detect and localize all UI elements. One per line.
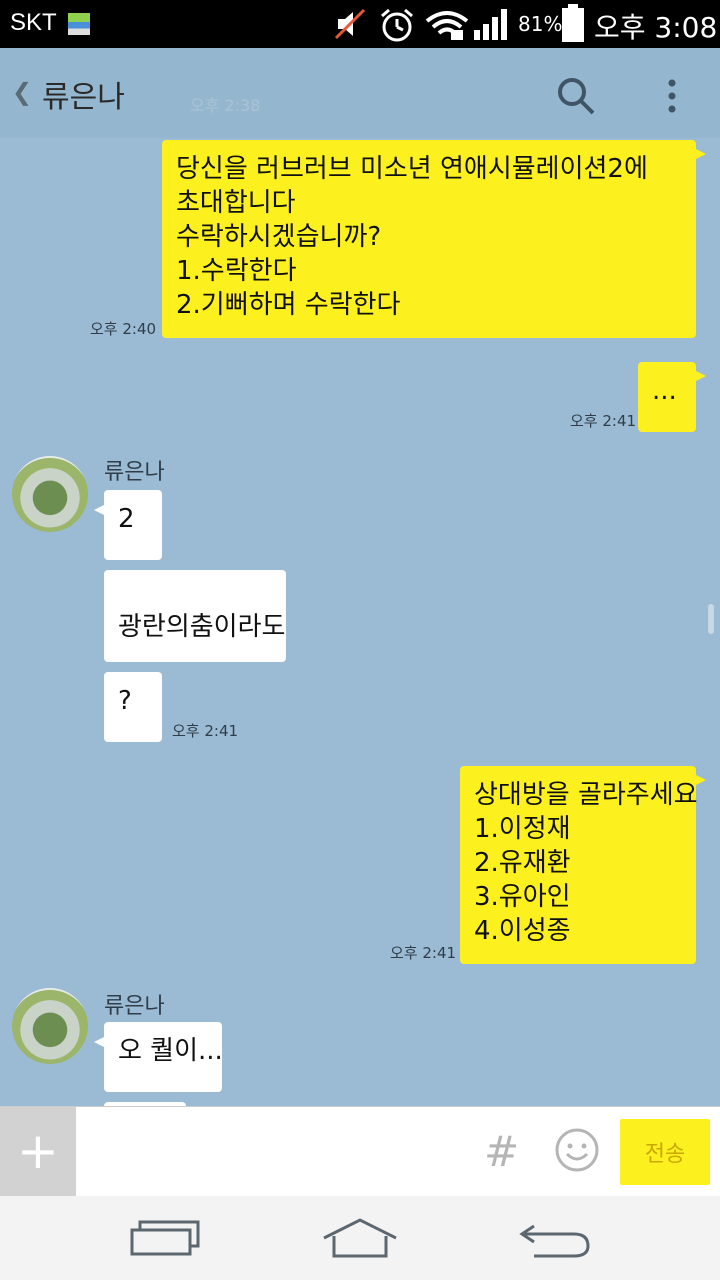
chat-area[interactable]: 오후 2:40 당신을 러브러브 미소년 연애시뮬레이션2에 초대합니다 수락하… <box>0 138 720 1106</box>
sender-name: 류은나 <box>104 994 165 1019</box>
message-bubble-outgoing[interactable]: 당신을 러브러브 미소년 연애시뮬레이션2에 초대합니다 수락하시겠습니까? 1… <box>162 140 706 338</box>
message-input[interactable] <box>80 1121 474 1183</box>
header-faint-timestamp: 오후 2:38 <box>190 96 261 115</box>
nav-bar <box>0 1196 720 1280</box>
hashtag-button[interactable]: # <box>484 1127 519 1176</box>
send-button[interactable]: 전송 <box>620 1119 710 1185</box>
attach-button[interactable]: + <box>0 1107 76 1197</box>
message-time: 오후 2:41 <box>172 722 239 740</box>
message-bubble-incoming[interactable]: 2 <box>94 490 162 560</box>
message-time: 오후 2:41 <box>390 944 457 962</box>
chat-title: 류은나 <box>42 80 125 115</box>
avatar[interactable] <box>12 456 88 532</box>
message-bubble-outgoing[interactable]: ... <box>638 362 706 432</box>
message-time: 오후 2:40 <box>90 320 157 338</box>
message-bubble-incoming[interactable]: ? <box>104 672 162 742</box>
message-time: 오후 2:41 <box>570 412 637 430</box>
chat-header: ❮ 류은나 오후 2:38 <box>0 48 720 138</box>
emoji-icon[interactable] <box>554 1127 600 1173</box>
back-button[interactable]: ❮ <box>12 78 32 106</box>
avatar[interactable] <box>12 988 88 1064</box>
status-bar: SKT 81% 오후 3:08 <box>0 0 720 48</box>
recent-apps-icon[interactable] <box>126 1216 206 1262</box>
mute-icon <box>334 8 366 40</box>
alarm-icon <box>381 8 413 42</box>
note-icon <box>68 13 90 35</box>
message-bubble-incoming[interactable]: 광란의춤이라도 <box>104 570 286 662</box>
wifi-icon <box>425 11 469 40</box>
home-icon[interactable] <box>320 1216 400 1262</box>
message-bubble-incoming[interactable]: 오 퀄이... <box>94 1022 223 1092</box>
carrier-label: SKT <box>10 9 57 36</box>
scrollbar[interactable] <box>708 604 714 634</box>
back-nav-icon[interactable] <box>516 1216 596 1262</box>
search-icon[interactable] <box>556 76 596 116</box>
sender-name: 류은나 <box>104 460 165 485</box>
input-bar: + # 전송 <box>0 1106 720 1197</box>
battery-percent: 81% <box>518 12 563 36</box>
more-icon[interactable] <box>664 78 680 114</box>
message-bubble-outgoing[interactable]: 상대방을 골라주세요 1.이정재 2.유재환 3.유아인 4.이성종 <box>460 766 706 964</box>
battery-icon <box>562 4 584 42</box>
signal-icon <box>474 9 507 40</box>
clock: 오후 3:08 <box>594 11 718 44</box>
